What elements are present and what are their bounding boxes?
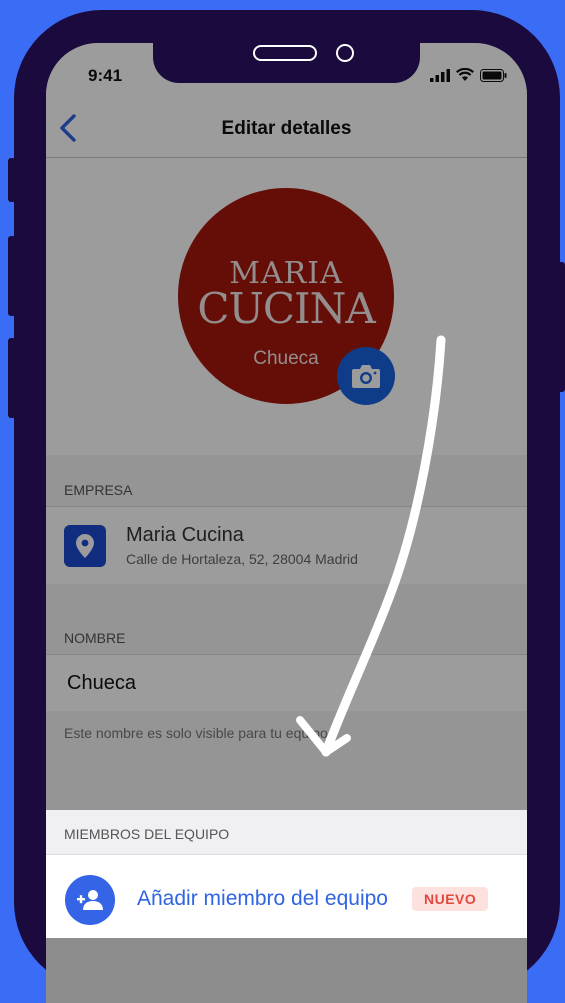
add-team-member-label: Añadir miembro del equipo [137,887,388,910]
next-list-row [46,938,527,1003]
new-badge: NUEVO [412,887,489,911]
add-person-icon [65,875,115,925]
team-section-header: MIEMBROS DEL EQUIPO [46,810,527,854]
app-screen: 9:41 Editar detalles MARIA CUCINA Chueca… [46,43,527,1003]
section-label-team: MIEMBROS DEL EQUIPO [64,826,230,842]
front-camera-icon [336,44,354,62]
dim-overlay [46,43,527,810]
speaker-icon [253,45,317,61]
add-team-member-button[interactable]: Añadir miembro del equipo NUEVO [46,854,527,939]
